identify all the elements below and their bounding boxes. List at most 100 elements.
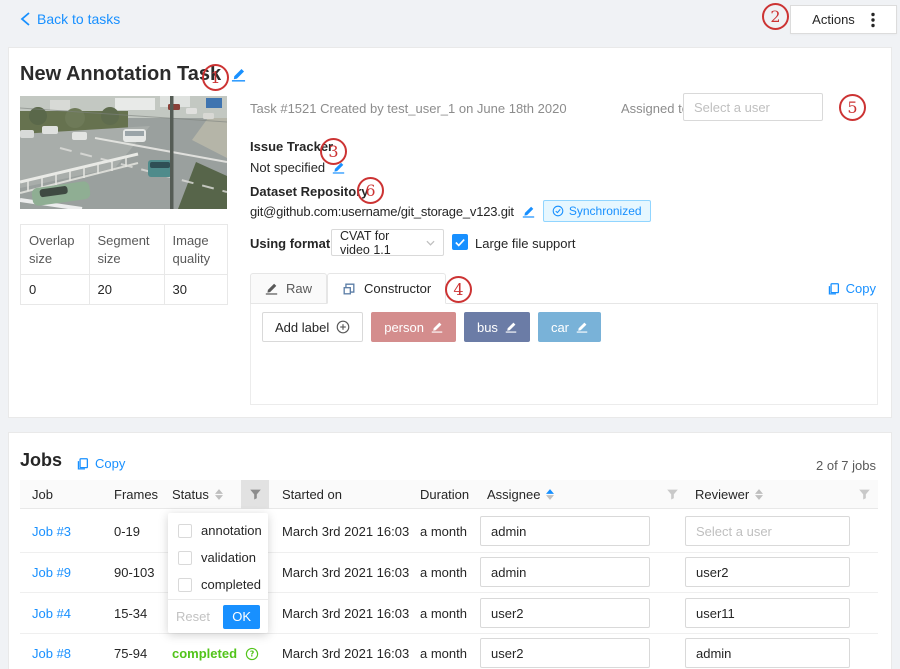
assignee-sorter-icon[interactable] (546, 489, 554, 500)
jobs-title: Jobs (20, 450, 62, 471)
labels-copy-label: Copy (846, 281, 876, 296)
labels-list: Add label person bus car (262, 312, 601, 342)
edit-task-name-icon[interactable] (231, 67, 246, 82)
job-link[interactable]: Job #8 (32, 646, 71, 661)
using-format-label: Using format: (250, 236, 335, 251)
jobs-copy-button[interactable]: Copy (76, 456, 125, 471)
svg-text:?: ? (250, 649, 255, 658)
col-reviewer[interactable]: Reviewer (695, 480, 763, 509)
tab-raw-label: Raw (286, 281, 312, 296)
format-select[interactable]: CVAT for video 1.1 (331, 229, 444, 256)
reviewer-input[interactable] (685, 638, 850, 668)
assignee-filter-icon[interactable] (658, 480, 686, 509)
filter-reset-button[interactable]: Reset (176, 609, 210, 624)
col-status[interactable]: Status (172, 480, 223, 509)
cvat-task-page: Back to tasks Actions New Annotation Tas… (0, 0, 900, 669)
col-assignee[interactable]: Assignee (487, 480, 554, 509)
chevron-left-icon (20, 12, 31, 26)
param-header-quality: Image quality (164, 225, 227, 275)
dataset-repository-url[interactable]: git@github.com:username/git_storage_v123… (250, 204, 514, 219)
large-file-checkbox[interactable] (452, 234, 468, 250)
reviewer-sorter-icon[interactable] (755, 489, 763, 500)
status-cell: completed ? (172, 646, 259, 661)
col-frames: Frames (114, 480, 158, 509)
actions-button[interactable]: Actions (790, 5, 897, 34)
edit-label-icon[interactable] (431, 321, 443, 333)
assignee-input[interactable] (480, 516, 650, 546)
chevron-down-icon (426, 240, 435, 246)
tab-raw[interactable]: Raw (250, 273, 327, 304)
frames-cell: 0-19 (114, 524, 140, 539)
copy-icon (76, 457, 89, 471)
reviewer-input[interactable] (685, 557, 850, 587)
assignee-input[interactable] (480, 557, 650, 587)
label-chip-car[interactable]: car (538, 312, 601, 342)
edit-label-icon[interactable] (576, 321, 588, 333)
started-cell: March 3rd 2021 16:03 (282, 565, 409, 580)
assignee-input[interactable] (480, 638, 650, 668)
edit-repository-icon[interactable] (522, 205, 535, 218)
param-value-segment: 20 (89, 275, 164, 305)
param-value-overlap: 0 (21, 275, 90, 305)
sync-status-text: Synchronized (569, 204, 642, 218)
frames-cell: 90-103 (114, 565, 154, 580)
checkbox-unchecked[interactable] (178, 551, 192, 565)
checkbox-unchecked[interactable] (178, 578, 192, 592)
jobs-count: 2 of 7 jobs (816, 458, 876, 473)
started-cell: March 3rd 2021 16:03 (282, 606, 409, 621)
started-cell: March 3rd 2021 16:03 (282, 524, 409, 539)
frames-cell: 75-94 (114, 646, 147, 661)
row-divider (20, 592, 878, 593)
format-select-value: CVAT for video 1.1 (340, 229, 420, 257)
assigned-to-label: Assigned to (621, 101, 689, 116)
question-circle-icon[interactable]: ? (245, 647, 259, 661)
pencil-icon (265, 282, 278, 295)
job-link[interactable]: Job #9 (32, 565, 71, 580)
task-title-text: New Annotation Task (20, 63, 221, 86)
reviewer-input[interactable] (685, 516, 850, 546)
sync-status-tag: Synchronized (543, 200, 651, 222)
duration-cell: a month (420, 646, 467, 661)
duration-cell: a month (420, 524, 467, 539)
large-file-label: Large file support (475, 236, 575, 251)
filter-option-validation[interactable]: validation (168, 544, 268, 571)
block-icon (342, 282, 356, 296)
status-filter-dropdown: annotation validation completed Reset OK (168, 513, 268, 633)
tab-constructor[interactable]: Constructor (327, 273, 446, 304)
param-value-quality: 30 (164, 275, 227, 305)
assignee-select-input[interactable] (683, 93, 823, 121)
col-duration: Duration (420, 480, 469, 509)
job-link[interactable]: Job #4 (32, 606, 71, 621)
add-label-button[interactable]: Add label (262, 312, 363, 342)
filter-footer: Reset OK (168, 599, 268, 633)
reviewer-input[interactable] (685, 598, 850, 628)
checkbox-unchecked[interactable] (178, 524, 192, 538)
filter-ok-button[interactable]: OK (223, 605, 260, 629)
filter-option-annotation[interactable]: annotation (168, 517, 268, 544)
back-to-tasks-label: Back to tasks (37, 11, 120, 27)
annotation-circle-2: 2 (762, 3, 789, 30)
annotation-circle-5: 5 (839, 94, 866, 121)
task-parameters-table: Overlap size Segment size Image quality … (20, 224, 228, 305)
filter-option-completed[interactable]: completed (168, 571, 268, 598)
kebab-menu-icon (871, 12, 875, 28)
jobs-table-header: Job Frames Status Started on Duration As… (20, 480, 878, 509)
status-sorter-icon[interactable] (215, 489, 223, 500)
plus-circle-icon (336, 320, 350, 334)
status-filter-icon[interactable] (241, 480, 269, 509)
reviewer-filter-icon[interactable] (850, 480, 878, 509)
back-to-tasks-link[interactable]: Back to tasks (20, 11, 120, 27)
edit-label-icon[interactable] (505, 321, 517, 333)
copy-icon (827, 282, 840, 296)
filter-option-label: annotation (201, 523, 262, 538)
col-started: Started on (282, 480, 342, 509)
label-chip-bus[interactable]: bus (464, 312, 530, 342)
param-header-overlap: Overlap size (21, 225, 90, 275)
label-chip-person[interactable]: person (371, 312, 456, 342)
label-chip-bus-text: bus (477, 320, 498, 335)
job-link[interactable]: Job #3 (32, 524, 71, 539)
labels-copy-button[interactable]: Copy (827, 281, 876, 296)
col-job: Job (32, 480, 53, 509)
assignee-input[interactable] (480, 598, 650, 628)
duration-cell: a month (420, 606, 467, 621)
